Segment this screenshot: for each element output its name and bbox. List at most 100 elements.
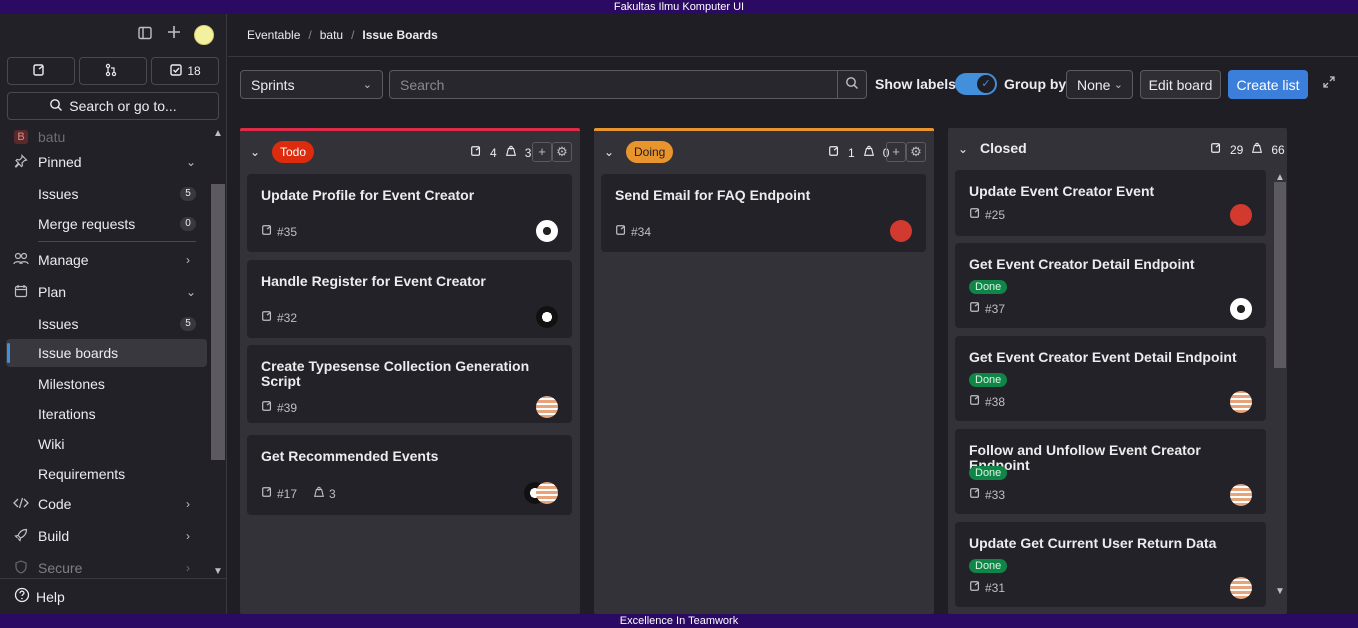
chevron-down-icon[interactable]: ⌄ (604, 145, 614, 159)
issue-title[interactable]: Get Event Creator Detail Endpoint (969, 257, 1239, 272)
assignee-avatar[interactable] (536, 220, 558, 242)
sidebar-scrollbar[interactable] (211, 184, 225, 460)
chevron-down-icon: ⌄ (186, 155, 197, 169)
sidebar-item-milestones[interactable]: Milestones (0, 370, 210, 398)
list-scrollbar[interactable] (1274, 182, 1286, 368)
sidebar-item-label: Milestones (38, 376, 105, 392)
assignee-avatar[interactable] (1230, 391, 1252, 413)
breadcrumb-current[interactable]: Issue Boards (362, 28, 437, 42)
sidebar-item-label: Manage (38, 252, 89, 268)
done-label[interactable]: Done (969, 373, 1008, 387)
merge-requests-counter[interactable] (79, 57, 147, 85)
scroll-up-arrow[interactable]: ▲ (212, 128, 224, 140)
sidebar-item-pinned-merge-requests[interactable]: Merge requests 0 (0, 210, 210, 238)
issue-card[interactable]: Send Email for FAQ Endpoint #34 (601, 174, 926, 252)
chevron-down-icon[interactable]: ⌄ (250, 145, 260, 159)
issue-card[interactable]: Create Typesense Collection Generation S… (247, 345, 572, 423)
help-button[interactable]: Help (0, 578, 227, 614)
done-label[interactable]: Done (969, 280, 1008, 294)
sidebar-item-pinned-issues[interactable]: Issues 5 (0, 180, 210, 208)
issue-title[interactable]: Update Get Current User Return Data (969, 536, 1239, 551)
sidebar-item-code[interactable]: Code › (0, 490, 210, 518)
create-list-button[interactable]: Create list (1228, 70, 1308, 99)
issues-icon (261, 310, 273, 325)
breadcrumb: Eventable / batu / Issue Boards (247, 28, 438, 42)
plus-icon[interactable]: + (532, 142, 552, 162)
issue-card[interactable]: Update Get Current User Return Data Done… (955, 522, 1266, 607)
sidebar-search-button[interactable]: Search or go to... (7, 92, 219, 120)
list-label-pill[interactable]: Todo (272, 141, 315, 163)
issues-counter[interactable] (7, 57, 75, 85)
list-stats: 1 0 (828, 145, 889, 160)
project-avatar: B (14, 130, 28, 144)
assignee-avatar[interactable] (536, 482, 558, 504)
issue-meta: #39 (261, 400, 297, 415)
issue-card[interactable]: Get Event Creator Detail Endpoint Done #… (955, 243, 1266, 328)
scroll-down-arrow[interactable]: ▼ (1274, 586, 1286, 598)
scroll-down-arrow[interactable]: ▼ (212, 566, 224, 578)
assignee-avatar[interactable] (1230, 204, 1252, 226)
assignee-avatar[interactable] (890, 220, 912, 242)
issue-title[interactable]: Get Event Creator Event Detail Endpoint (969, 350, 1239, 365)
issue-id: #35 (277, 224, 298, 239)
edit-board-button[interactable]: Edit board (1140, 70, 1221, 99)
gear-icon[interactable]: ⚙ (552, 142, 572, 162)
issue-card[interactable]: Update Event Creator Event #25 (955, 170, 1266, 236)
project-header[interactable]: B batu ^ (0, 128, 210, 146)
list-title[interactable]: Closed (980, 140, 1027, 156)
sidebar-item-label: Code (38, 496, 72, 512)
board-search-input[interactable]: Search (389, 70, 867, 99)
search-submit-button[interactable] (837, 71, 866, 98)
issue-title[interactable]: Follow and Unfollow Event Creator Endpoi… (969, 443, 1239, 473)
issue-meta: #25 (969, 207, 1005, 222)
issue-title[interactable]: Update Event Creator Event (969, 184, 1239, 199)
sidebar-counters: 18 (7, 57, 219, 85)
sidebar-item-issues[interactable]: Issues 5 (0, 310, 210, 338)
sidebar-item-secure[interactable]: Secure › (0, 554, 210, 578)
issue-card[interactable]: Update Profile for Event Creator #35 (247, 174, 572, 252)
show-labels-toggle[interactable]: ✓ (955, 73, 997, 95)
chevron-right-icon: › (186, 529, 190, 543)
sidebar-item-wiki[interactable]: Wiki (0, 430, 210, 458)
board-select[interactable]: Sprints ⌄ (240, 70, 383, 99)
sidebar-toggle-icon[interactable] (136, 25, 154, 43)
issue-title[interactable]: Update Profile for Event Creator (261, 188, 531, 203)
sidebar-item-manage[interactable]: Manage › (0, 246, 210, 274)
plus-icon[interactable]: + (886, 142, 906, 162)
issue-count: 29 (1230, 142, 1244, 157)
issue-card[interactable]: Follow and Unfollow Event Creator Endpoi… (955, 429, 1266, 514)
sidebar-item-build[interactable]: Build › (0, 522, 210, 550)
user-avatar[interactable] (194, 25, 214, 45)
issue-title[interactable]: Handle Register for Event Creator (261, 274, 531, 289)
done-label[interactable]: Done (969, 466, 1008, 480)
issue-card[interactable]: Get Recommended Events #17 3 (247, 435, 572, 515)
chevron-down-icon: ⌄ (1113, 79, 1123, 91)
assignee-avatar[interactable] (1230, 484, 1252, 506)
plus-icon[interactable] (165, 25, 183, 43)
issue-card[interactable]: Handle Register for Event Creator #32 (247, 260, 572, 338)
expand-icon[interactable] (1320, 75, 1338, 93)
assignee-avatar[interactable] (536, 396, 558, 418)
assignee-avatar[interactable] (1230, 298, 1252, 320)
list-label-pill[interactable]: Doing (626, 141, 674, 163)
board-list-doing: ⌄ Doing 1 0 + ⚙ Send Email for FAQ Endpo… (594, 128, 934, 614)
assignee-avatar[interactable] (1230, 577, 1252, 599)
sidebar-item-pinned[interactable]: Pinned ⌄ (0, 148, 210, 176)
sidebar-item-label: Issues (38, 316, 79, 332)
group-by-select[interactable]: None ⌄ (1066, 70, 1133, 99)
sidebar-item-plan[interactable]: Plan ⌄ (0, 278, 210, 306)
assignee-avatar[interactable] (536, 306, 558, 328)
sidebar-item-issue-boards[interactable]: Issue boards (6, 339, 207, 367)
issue-card[interactable]: Get Event Creator Event Detail Endpoint … (955, 336, 1266, 421)
breadcrumb-project[interactable]: batu (320, 28, 343, 42)
chevron-down-icon[interactable]: ⌄ (958, 142, 968, 156)
issue-title[interactable]: Send Email for FAQ Endpoint (615, 188, 885, 203)
done-label[interactable]: Done (969, 559, 1008, 573)
sidebar-item-requirements[interactable]: Requirements (0, 460, 210, 488)
breadcrumb-group[interactable]: Eventable (247, 28, 300, 42)
todos-counter[interactable]: 18 (151, 57, 219, 85)
gear-icon[interactable]: ⚙ (906, 142, 926, 162)
issue-title[interactable]: Get Recommended Events (261, 449, 531, 464)
sidebar-item-iterations[interactable]: Iterations (0, 400, 210, 428)
issue-title[interactable]: Create Typesense Collection Generation S… (261, 359, 531, 389)
